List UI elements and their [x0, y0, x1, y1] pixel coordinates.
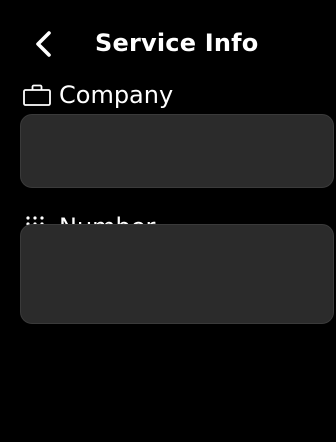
number-input[interactable] [20, 224, 334, 324]
company-label: Company [21, 79, 173, 111]
back-button[interactable] [28, 26, 62, 62]
company-label-text: Company [59, 81, 174, 109]
briefcase-icon [21, 79, 59, 111]
chevron-left-icon [36, 31, 51, 57]
page-title: Service Info [95, 29, 259, 57]
company-input[interactable] [20, 114, 334, 188]
header-bar: Service Info [0, 0, 336, 80]
